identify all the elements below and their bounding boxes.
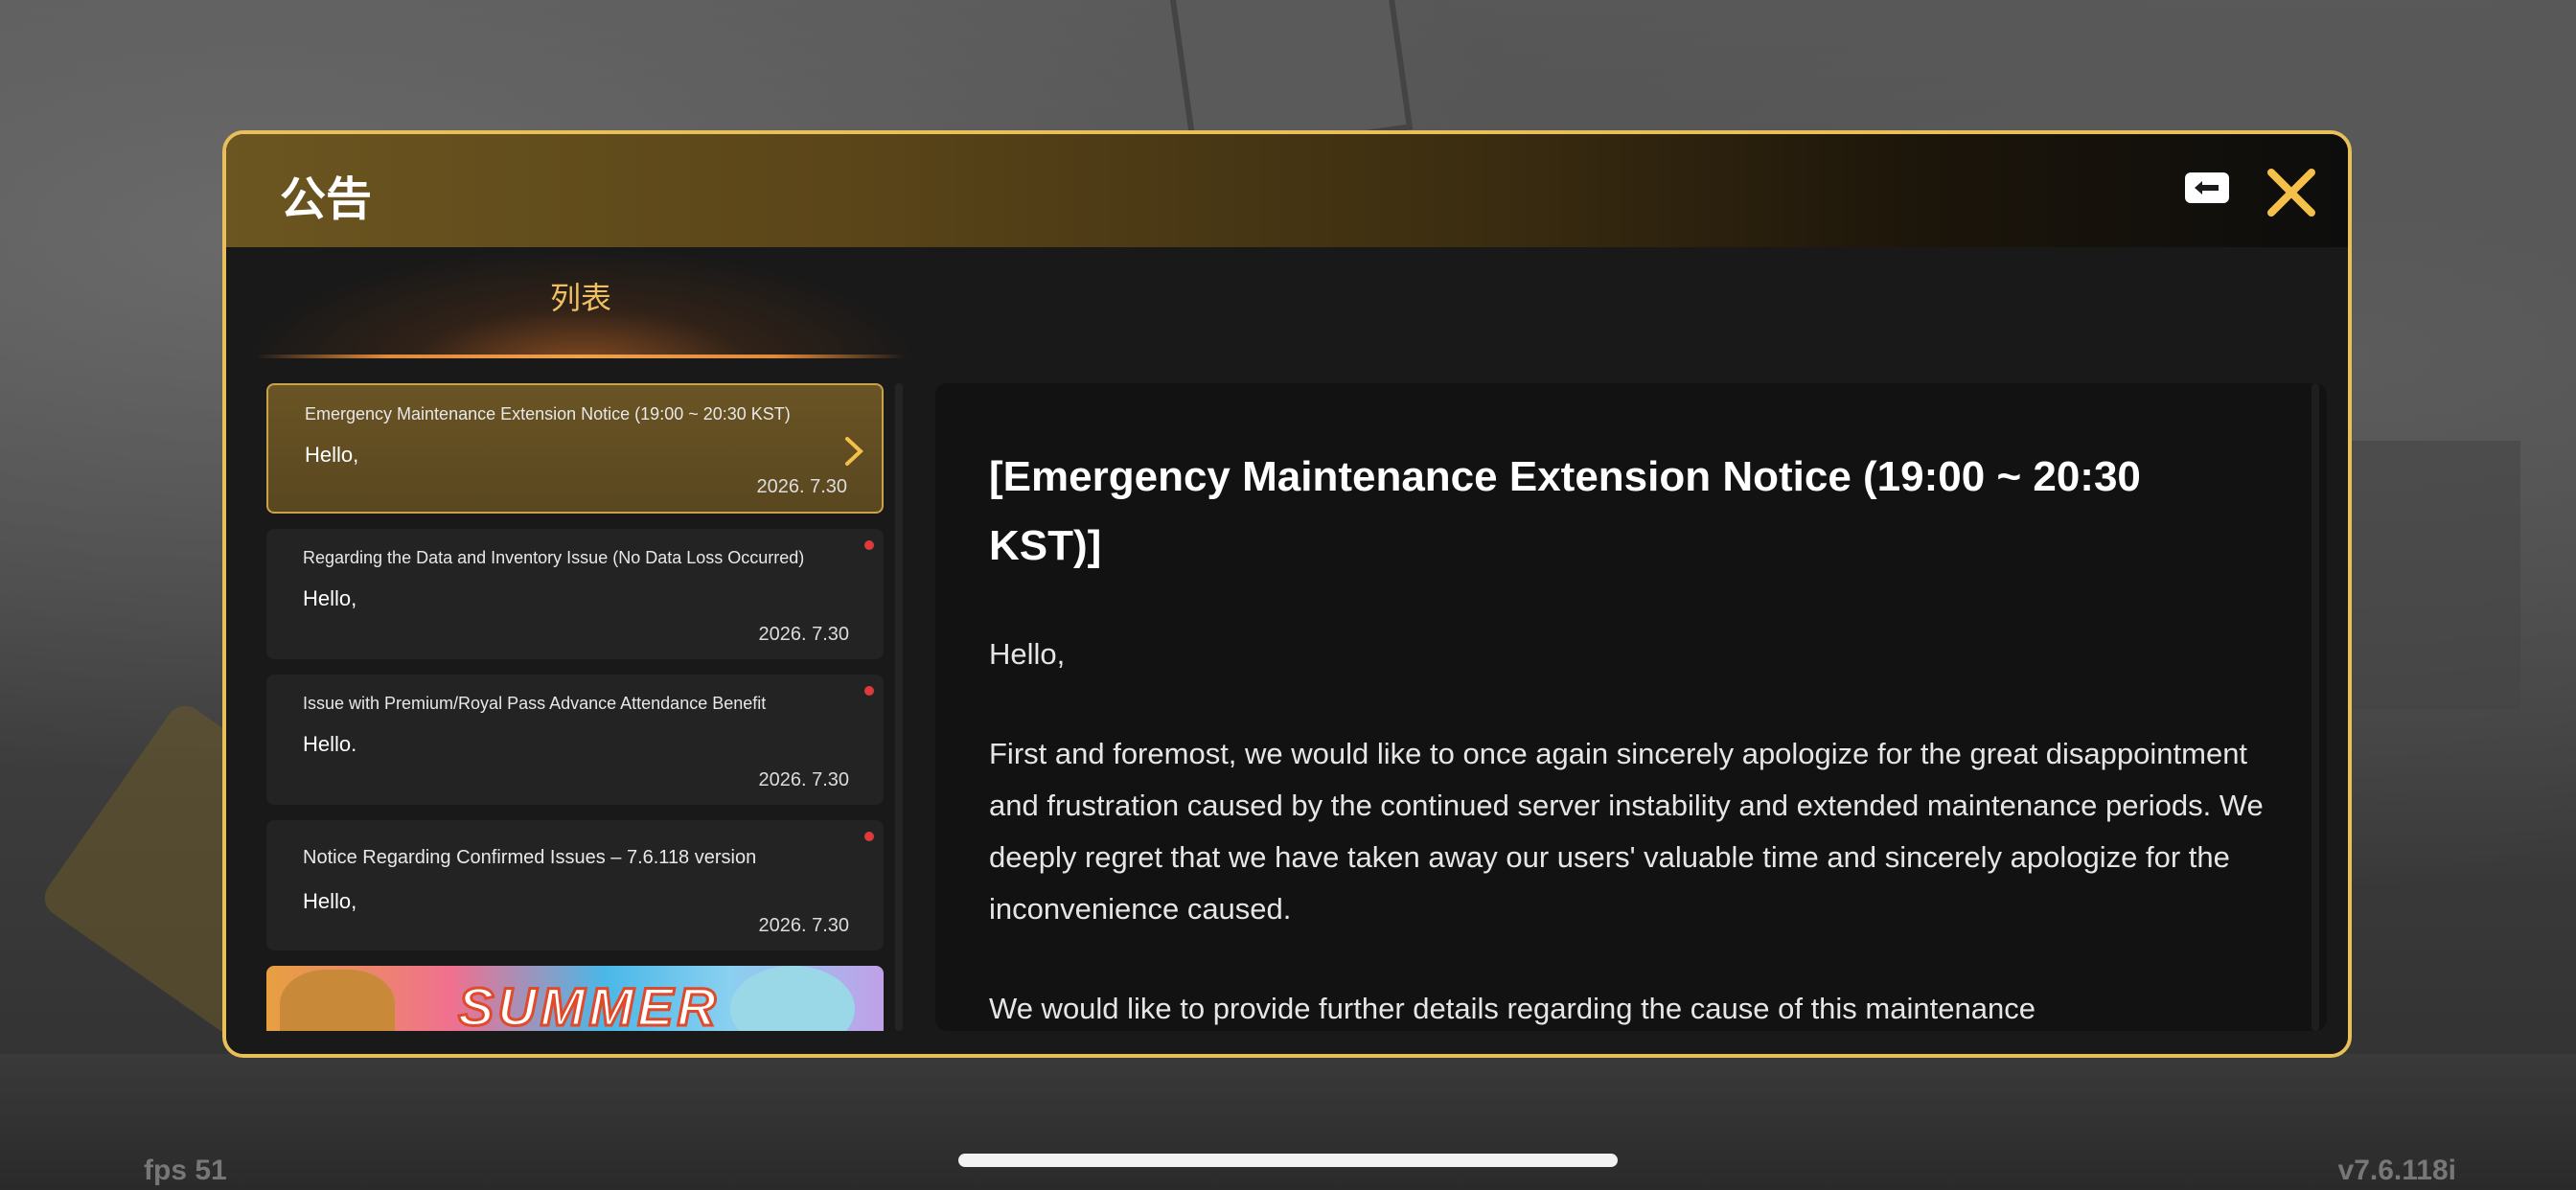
back-arrow-icon	[2195, 181, 2219, 195]
chevron-right-icon	[845, 437, 863, 466]
notice-content-title: [Emergency Maintenance Extension Notice …	[989, 453, 2141, 569]
close-icon	[2267, 169, 2315, 217]
home-indicator[interactable]	[958, 1154, 1618, 1167]
tab-list-label: 列表	[549, 281, 611, 315]
notice-item-preview: Hello,	[303, 586, 357, 610]
notice-item-title: Emergency Maintenance Extension Notice (…	[305, 404, 791, 423]
banner-character-left	[280, 970, 395, 1031]
notice-item[interactable]: Notice Regarding Confirmed Issues – 7.6.…	[266, 820, 884, 950]
summer-event-banner[interactable]: SUMMER	[266, 966, 884, 1031]
fps-counter: fps 51	[144, 1155, 227, 1186]
notice-item-title: Notice Regarding Confirmed Issues – 7.6.…	[303, 847, 757, 868]
notice-content-greeting: Hello,	[989, 637, 1066, 671]
unread-dot-icon	[864, 540, 874, 550]
notice-content-paragraph: We would like to provide further details…	[989, 992, 2036, 1025]
notice-item-preview: Hello.	[303, 732, 357, 756]
banner-character-right	[730, 966, 855, 1031]
notice-content-paragraph: First and foremost, we would like to onc…	[989, 737, 2264, 926]
back-button[interactable]	[2185, 172, 2229, 203]
unread-dot-icon	[864, 832, 874, 841]
notice-item[interactable]: Regarding the Data and Inventory Issue (…	[266, 529, 884, 659]
notice-list: Emergency Maintenance Extension Notice (…	[266, 383, 903, 1050]
notice-content-scrollbar[interactable]	[2312, 383, 2319, 1031]
notice-dialog: 公告 列表 Emergency Maintenance Extension No…	[222, 130, 2352, 1058]
notice-item-title: Regarding the Data and Inventory Issue (…	[303, 548, 805, 567]
notice-item-title: Issue with Premium/Royal Pass Advance At…	[303, 694, 767, 713]
notice-item-preview: Hello,	[305, 443, 359, 467]
version-label: v7.6.118i	[2337, 1155, 2456, 1186]
notice-item[interactable]: Emergency Maintenance Extension Notice (…	[266, 383, 884, 514]
notice-content: [Emergency Maintenance Extension Notice …	[935, 383, 2327, 1031]
background-floor	[0, 1054, 2576, 1190]
close-button[interactable]	[2266, 167, 2317, 218]
banner-text: SUMMER	[457, 975, 720, 1032]
notice-item-date: 2026. 7.30	[758, 624, 849, 645]
notice-item-date: 2026. 7.30	[758, 915, 849, 936]
dialog-header: 公告	[226, 134, 2348, 247]
notice-list-scroll[interactable]: Emergency Maintenance Extension Notice (…	[266, 383, 887, 1031]
dialog-title: 公告	[280, 174, 373, 225]
notice-item-date: 2026. 7.30	[756, 476, 847, 497]
notice-item-preview: Hello,	[303, 889, 357, 913]
notice-list-scrollbar[interactable]	[895, 383, 903, 1031]
tab-list[interactable]: 列表	[238, 247, 924, 358]
notice-item-date: 2026. 7.30	[758, 769, 849, 790]
notice-item[interactable]: Issue with Premium/Royal Pass Advance At…	[266, 675, 884, 805]
unread-dot-icon	[864, 686, 874, 696]
notice-content-scroll[interactable]: [Emergency Maintenance Extension Notice …	[935, 383, 2304, 1031]
